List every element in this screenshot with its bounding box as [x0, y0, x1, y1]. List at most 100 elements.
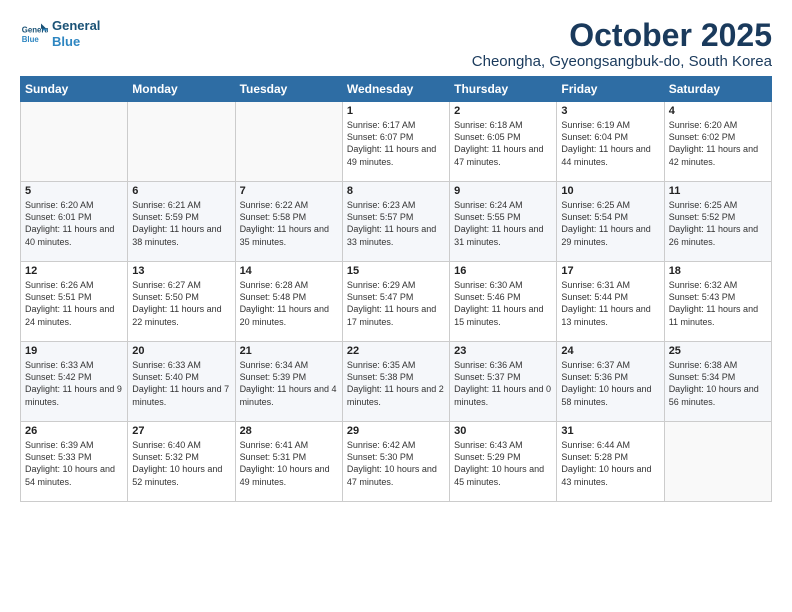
- table-row: 1 Sunrise: 6:17 AM Sunset: 6:07 PM Daylig…: [342, 102, 449, 182]
- day-number: 30: [454, 425, 552, 437]
- day-info: Sunrise: 6:39 AM Sunset: 5:33 PM Dayligh…: [25, 439, 123, 488]
- table-row: 24 Sunrise: 6:37 AM Sunset: 5:36 PM Dayli…: [557, 342, 664, 422]
- table-row: 12 Sunrise: 6:26 AM Sunset: 5:51 PM Dayli…: [21, 262, 128, 342]
- day-info: Sunrise: 6:29 AM Sunset: 5:47 PM Dayligh…: [347, 279, 445, 328]
- day-number: 29: [347, 425, 445, 437]
- table-row: 18 Sunrise: 6:32 AM Sunset: 5:43 PM Dayli…: [664, 262, 771, 342]
- day-info: Sunrise: 6:27 AM Sunset: 5:50 PM Dayligh…: [132, 279, 230, 328]
- table-row: 20 Sunrise: 6:33 AM Sunset: 5:40 PM Dayli…: [128, 342, 235, 422]
- table-row: 14 Sunrise: 6:28 AM Sunset: 5:48 PM Dayli…: [235, 262, 342, 342]
- day-info: Sunrise: 6:44 AM Sunset: 5:28 PM Dayligh…: [561, 439, 659, 488]
- table-row: 2 Sunrise: 6:18 AM Sunset: 6:05 PM Daylig…: [450, 102, 557, 182]
- day-number: 14: [240, 265, 338, 277]
- day-info: Sunrise: 6:25 AM Sunset: 5:54 PM Dayligh…: [561, 199, 659, 248]
- day-info: Sunrise: 6:35 AM Sunset: 5:38 PM Dayligh…: [347, 359, 445, 408]
- day-number: 18: [669, 265, 767, 277]
- day-number: 25: [669, 345, 767, 357]
- day-number: 10: [561, 185, 659, 197]
- table-row: 25 Sunrise: 6:38 AM Sunset: 5:34 PM Dayli…: [664, 342, 771, 422]
- logo-text-general: General: [52, 18, 100, 34]
- day-info: Sunrise: 6:38 AM Sunset: 5:34 PM Dayligh…: [669, 359, 767, 408]
- logo-icon: General Blue: [20, 20, 48, 48]
- table-row: [128, 102, 235, 182]
- day-number: 20: [132, 345, 230, 357]
- day-info: Sunrise: 6:37 AM Sunset: 5:36 PM Dayligh…: [561, 359, 659, 408]
- table-row: 5 Sunrise: 6:20 AM Sunset: 6:01 PM Daylig…: [21, 182, 128, 262]
- table-row: 19 Sunrise: 6:33 AM Sunset: 5:42 PM Dayli…: [21, 342, 128, 422]
- day-info: Sunrise: 6:24 AM Sunset: 5:55 PM Dayligh…: [454, 199, 552, 248]
- day-info: Sunrise: 6:41 AM Sunset: 5:31 PM Dayligh…: [240, 439, 338, 488]
- table-row: 11Sunrise: 6:25 AM Sunset: 5:52 PM Dayli…: [664, 182, 771, 262]
- day-info: Sunrise: 6:23 AM Sunset: 5:57 PM Dayligh…: [347, 199, 445, 248]
- table-row: 9 Sunrise: 6:24 AM Sunset: 5:55 PM Daylig…: [450, 182, 557, 262]
- table-row: 31 Sunrise: 6:44 AM Sunset: 5:28 PM Dayli…: [557, 422, 664, 502]
- day-info: Sunrise: 6:28 AM Sunset: 5:48 PM Dayligh…: [240, 279, 338, 328]
- table-row: 6 Sunrise: 6:21 AM Sunset: 5:59 PM Daylig…: [128, 182, 235, 262]
- table-row: [235, 102, 342, 182]
- day-number: 8: [347, 185, 445, 197]
- header: General Blue General Blue October 2025 C…: [20, 18, 772, 70]
- day-info: Sunrise: 6:40 AM Sunset: 5:32 PM Dayligh…: [132, 439, 230, 488]
- table-row: 13Sunrise: 6:27 AM Sunset: 5:50 PM Dayli…: [128, 262, 235, 342]
- day-info: Sunrise: 6:18 AM Sunset: 6:05 PM Dayligh…: [454, 119, 552, 168]
- day-number: 3: [561, 105, 659, 117]
- day-info: Sunrise: 6:30 AM Sunset: 5:46 PM Dayligh…: [454, 279, 552, 328]
- col-saturday: Saturday: [664, 77, 771, 102]
- day-number: 24: [561, 345, 659, 357]
- day-number: 26: [25, 425, 123, 437]
- table-row: 30 Sunrise: 6:43 AM Sunset: 5:29 PM Dayli…: [450, 422, 557, 502]
- day-info: Sunrise: 6:21 AM Sunset: 5:59 PM Dayligh…: [132, 199, 230, 248]
- table-row: 29 Sunrise: 6:42 AM Sunset: 5:30 PM Dayli…: [342, 422, 449, 502]
- col-wednesday: Wednesday: [342, 77, 449, 102]
- table-row: 10 Sunrise: 6:25 AM Sunset: 5:54 PM Dayli…: [557, 182, 664, 262]
- calendar-week-row: 12 Sunrise: 6:26 AM Sunset: 5:51 PM Dayli…: [21, 262, 772, 342]
- day-number: 15: [347, 265, 445, 277]
- day-number: 9: [454, 185, 552, 197]
- month-title: October 2025: [472, 18, 772, 53]
- day-info: Sunrise: 6:20 AM Sunset: 6:01 PM Dayligh…: [25, 199, 123, 248]
- col-thursday: Thursday: [450, 77, 557, 102]
- day-number: 28: [240, 425, 338, 437]
- svg-text:Blue: Blue: [22, 34, 40, 43]
- logo-text-blue: Blue: [52, 34, 100, 50]
- day-info: Sunrise: 6:33 AM Sunset: 5:40 PM Dayligh…: [132, 359, 230, 408]
- calendar-week-row: 5 Sunrise: 6:20 AM Sunset: 6:01 PM Daylig…: [21, 182, 772, 262]
- table-row: 4 Sunrise: 6:20 AM Sunset: 6:02 PM Daylig…: [664, 102, 771, 182]
- day-number: 1: [347, 105, 445, 117]
- day-number: 31: [561, 425, 659, 437]
- calendar-header-row: Sunday Monday Tuesday Wednesday Thursday…: [21, 77, 772, 102]
- day-number: 4: [669, 105, 767, 117]
- table-row: 27Sunrise: 6:40 AM Sunset: 5:32 PM Dayli…: [128, 422, 235, 502]
- table-row: 3 Sunrise: 6:19 AM Sunset: 6:04 PM Daylig…: [557, 102, 664, 182]
- col-monday: Monday: [128, 77, 235, 102]
- calendar: Sunday Monday Tuesday Wednesday Thursday…: [20, 76, 772, 502]
- table-row: 16 Sunrise: 6:30 AM Sunset: 5:46 PM Dayli…: [450, 262, 557, 342]
- title-block: October 2025 Cheongha, Gyeongsangbuk-do,…: [472, 18, 772, 70]
- day-info: Sunrise: 6:25 AM Sunset: 5:52 PM Dayligh…: [669, 199, 767, 248]
- day-info: Sunrise: 6:22 AM Sunset: 5:58 PM Dayligh…: [240, 199, 338, 248]
- logo: General Blue General Blue: [20, 18, 100, 49]
- calendar-week-row: 26 Sunrise: 6:39 AM Sunset: 5:33 PM Dayli…: [21, 422, 772, 502]
- day-info: Sunrise: 6:17 AM Sunset: 6:07 PM Dayligh…: [347, 119, 445, 168]
- day-info: Sunrise: 6:26 AM Sunset: 5:51 PM Dayligh…: [25, 279, 123, 328]
- table-row: 7Sunrise: 6:22 AM Sunset: 5:58 PM Daylig…: [235, 182, 342, 262]
- day-number: 6: [132, 185, 230, 197]
- day-info: Sunrise: 6:33 AM Sunset: 5:42 PM Dayligh…: [25, 359, 123, 408]
- day-info: Sunrise: 6:32 AM Sunset: 5:43 PM Dayligh…: [669, 279, 767, 328]
- day-info: Sunrise: 6:19 AM Sunset: 6:04 PM Dayligh…: [561, 119, 659, 168]
- day-info: Sunrise: 6:34 AM Sunset: 5:39 PM Dayligh…: [240, 359, 338, 408]
- table-row: 23Sunrise: 6:36 AM Sunset: 5:37 PM Dayli…: [450, 342, 557, 422]
- table-row: 8 Sunrise: 6:23 AM Sunset: 5:57 PM Daylig…: [342, 182, 449, 262]
- table-row: [664, 422, 771, 502]
- day-number: 12: [25, 265, 123, 277]
- day-number: 5: [25, 185, 123, 197]
- day-info: Sunrise: 6:43 AM Sunset: 5:29 PM Dayligh…: [454, 439, 552, 488]
- day-number: 2: [454, 105, 552, 117]
- day-info: Sunrise: 6:20 AM Sunset: 6:02 PM Dayligh…: [669, 119, 767, 168]
- location: Cheongha, Gyeongsangbuk-do, South Korea: [472, 53, 772, 70]
- table-row: 28 Sunrise: 6:41 AM Sunset: 5:31 PM Dayli…: [235, 422, 342, 502]
- day-number: 19: [25, 345, 123, 357]
- day-info: Sunrise: 6:42 AM Sunset: 5:30 PM Dayligh…: [347, 439, 445, 488]
- day-number: 16: [454, 265, 552, 277]
- table-row: 17Sunrise: 6:31 AM Sunset: 5:44 PM Dayli…: [557, 262, 664, 342]
